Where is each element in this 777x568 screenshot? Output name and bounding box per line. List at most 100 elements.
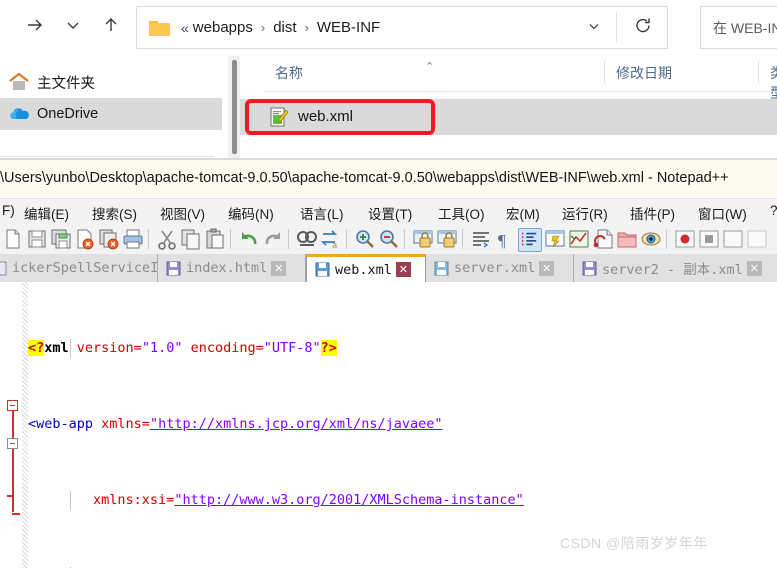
sidebar-item-onedrive[interactable]: OneDrive (0, 98, 222, 130)
close-file-icon[interactable] (74, 228, 96, 250)
breadcrumb-item-webinf[interactable]: WEB-INF (315, 19, 382, 36)
close-icon[interactable]: ✕ (746, 260, 762, 276)
pi-open: <? (28, 340, 45, 356)
search-input[interactable]: 在 WEB-INF 中 (700, 6, 777, 49)
menu-item-plugins[interactable]: 插件(P) (630, 203, 675, 223)
replace-icon[interactable]: a (320, 228, 342, 251)
breadcrumb-overflow[interactable]: « (179, 20, 191, 36)
save-icon[interactable] (26, 228, 48, 250)
explorer-sidebar: 主文件夹 OneDrive (0, 52, 222, 158)
up-icon[interactable] (94, 8, 128, 42)
header-underline (263, 91, 777, 92)
tab-server2-copy-xml[interactable]: server2 - 副本.xml ✕ (574, 254, 777, 282)
menu-item-search[interactable]: 搜索(S) (92, 203, 137, 223)
toolbar-separator (666, 229, 667, 249)
breadcrumb-dropdown-icon[interactable] (587, 19, 601, 36)
menu-item-window[interactable]: 窗口(W) (698, 203, 747, 223)
playback-macro-icon[interactable] (722, 228, 744, 250)
fold-toggle-errorpage[interactable] (7, 438, 18, 449)
document-map-icon[interactable] (568, 228, 590, 250)
zoom-out-icon[interactable] (378, 228, 400, 250)
breadcrumb[interactable]: « webapps › dist › WEB-INF (136, 6, 668, 49)
tab-java-file[interactable]: ickerSpellServiceImpl.java ✕ (0, 254, 243, 282)
tab-web-xml[interactable]: web.xml ✕ (306, 254, 426, 282)
tab-index-html[interactable]: index.html ✕ (158, 254, 306, 282)
menu-item-help[interactable]: ? (770, 203, 777, 218)
menu-item-file[interactable]: F) (2, 203, 15, 218)
val-encoding: "UTF-8" (263, 340, 321, 356)
stop-macro-icon[interactable] (698, 228, 720, 250)
column-header-date[interactable]: 修改日期 (616, 63, 672, 83)
cut-icon[interactable] (156, 228, 178, 250)
code-content[interactable]: <?xml version="1.0" encoding="UTF-8"?> <… (28, 282, 777, 568)
menu-item-settings[interactable]: 设置(T) (368, 203, 412, 223)
sidebar-item-label: OneDrive (37, 106, 99, 122)
column-divider[interactable] (604, 61, 605, 83)
tab-server-xml[interactable]: server.xml ✕ (426, 254, 574, 282)
file-explorer-window: « webapps › dist › WEB-INF 在 WEB-INF 中 (0, 0, 777, 170)
tab-label: server2 - 副本.xml (602, 262, 743, 278)
column-header-name[interactable]: 名称 (275, 63, 303, 83)
close-icon[interactable]: ✕ (271, 260, 287, 276)
home-icon (8, 72, 30, 92)
watermark: CSDN @陪雨岁岁年年 (560, 535, 708, 551)
user-defined-dialog-icon[interactable] (544, 228, 566, 250)
xml-save-icon (315, 262, 330, 277)
copy-icon[interactable] (180, 228, 202, 250)
fold-end-tick (7, 495, 13, 497)
monitor-icon[interactable] (640, 228, 662, 250)
word-wrap-icon[interactable] (470, 228, 492, 250)
attr-encoding: encoding= (182, 340, 264, 356)
redo-icon[interactable] (262, 228, 284, 250)
fold-toggle-webapp[interactable] (7, 400, 18, 411)
indent-guide-icon[interactable] (518, 228, 542, 252)
breadcrumb-items: « webapps › dist › WEB-INF (179, 19, 382, 36)
column-header-type[interactable]: 类型 (770, 63, 777, 103)
code-line: xmlns:xsi="http://www.w3.org/2001/XMLSch… (28, 491, 777, 510)
close-icon[interactable]: ✕ (539, 260, 555, 276)
sidebar-item-home[interactable]: 主文件夹 (0, 66, 222, 98)
record-macro-icon[interactable] (674, 228, 696, 250)
window-title: \Users\yunbo\Desktop\apache-tomcat-9.0.5… (0, 170, 729, 186)
menu-item-tools[interactable]: 工具(O) (438, 203, 485, 223)
function-list-icon[interactable] (592, 228, 614, 250)
menu-item-macro[interactable]: 宏(M) (506, 203, 540, 223)
run-macro-multiple-icon[interactable] (746, 228, 768, 250)
chevron-down-icon[interactable] (56, 8, 90, 42)
toolbar-separator (288, 229, 289, 249)
sync-horizontal-scroll-icon[interactable] (436, 228, 458, 250)
sidebar-item-label: 主文件夹 (37, 75, 95, 92)
refresh-icon[interactable] (633, 15, 653, 40)
folder-as-workspace-icon[interactable] (616, 228, 638, 250)
tag-webapp-open: <web-app (28, 416, 102, 432)
breadcrumb-item-webapps[interactable]: webapps (191, 19, 255, 36)
menu-item-edit[interactable]: 编辑(E) (24, 203, 69, 223)
close-all-icon[interactable] (98, 228, 120, 250)
code-editor[interactable]: <?xml version="1.0" encoding="UTF-8"?> <… (0, 282, 777, 568)
menu-item-language[interactable]: 语言(L) (300, 203, 344, 223)
breadcrumb-item-dist[interactable]: dist (271, 19, 298, 36)
explorer-address-bar: « webapps › dist › WEB-INF 在 WEB-INF 中 (0, 0, 777, 52)
sync-vertical-scroll-icon[interactable] (412, 228, 434, 250)
svg-text:¶: ¶ (498, 231, 506, 250)
paste-icon[interactable] (204, 228, 226, 250)
menu-item-run[interactable]: 运行(R) (562, 203, 608, 223)
toolbar-separator (148, 229, 149, 249)
find-icon[interactable] (296, 228, 318, 250)
zoom-in-icon[interactable] (354, 228, 376, 250)
window-title-bar: \Users\yunbo\Desktop\apache-tomcat-9.0.5… (0, 160, 777, 198)
fold-margin[interactable] (0, 282, 28, 568)
forward-icon[interactable] (18, 8, 52, 42)
show-all-chars-icon[interactable]: ¶ (494, 228, 516, 250)
search-text: 在 WEB-INF 中 (713, 19, 777, 36)
val-version: "1.0" (141, 340, 183, 356)
menu-item-encoding[interactable]: 编码(N) (228, 203, 274, 223)
new-file-icon[interactable] (2, 228, 24, 250)
column-divider[interactable] (758, 61, 759, 83)
print-icon[interactable] (122, 228, 144, 250)
sidebar-scrollbar[interactable] (228, 56, 240, 158)
close-icon[interactable]: ✕ (395, 262, 411, 277)
menu-item-view[interactable]: 视图(V) (160, 203, 205, 223)
save-all-icon[interactable] (50, 228, 72, 250)
undo-icon[interactable] (238, 228, 260, 250)
